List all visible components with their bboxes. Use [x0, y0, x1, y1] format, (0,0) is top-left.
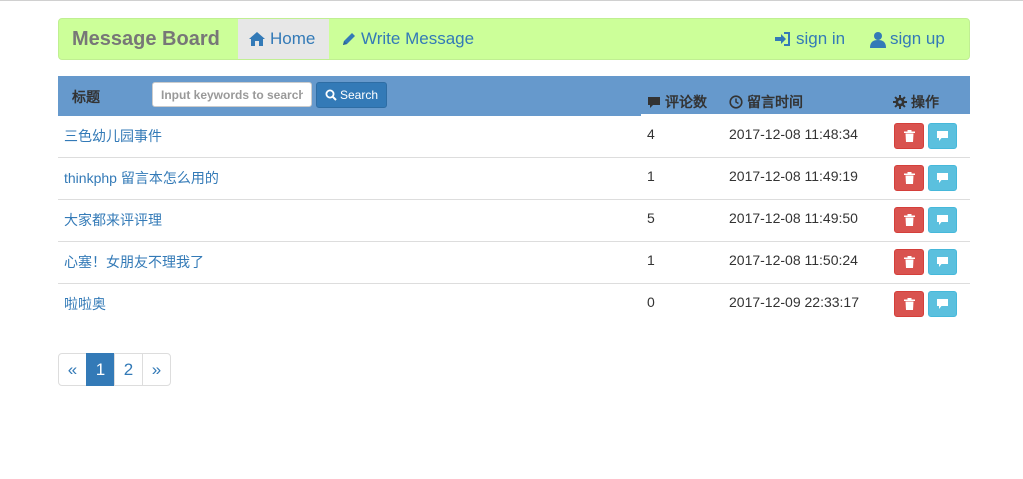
- user-icon: [870, 31, 886, 48]
- table-header: 标题 Search 评论数 留言时间 操作: [58, 76, 970, 116]
- header-actions: 操作: [893, 92, 939, 112]
- search-button[interactable]: Search: [316, 82, 387, 108]
- pencil-icon: [343, 33, 355, 45]
- search-icon: [325, 89, 337, 101]
- clock-icon: [729, 95, 743, 109]
- header-comments: 评论数: [647, 92, 707, 112]
- comment-icon: [937, 173, 948, 183]
- reply-button[interactable]: [928, 165, 957, 191]
- reply-button[interactable]: [928, 291, 957, 317]
- delete-button[interactable]: [894, 207, 924, 233]
- message-table: 标题 Search 评论数 留言时间 操作 三色幼儿园事件 4 2017-12-…: [58, 76, 970, 325]
- header-actions-label: 操作: [911, 94, 939, 110]
- delete-button[interactable]: [894, 249, 924, 275]
- comment-icon: [937, 215, 948, 225]
- header-time: 留言时间: [729, 92, 803, 112]
- comment-count: 1: [647, 252, 655, 268]
- pagination-prev[interactable]: «: [58, 353, 87, 386]
- comment-count: 1: [647, 168, 655, 184]
- message-title-link[interactable]: 啦啦奥: [64, 294, 106, 314]
- brand-title[interactable]: Message Board: [72, 28, 220, 51]
- nav-write-link[interactable]: Write Message: [341, 29, 474, 49]
- top-border: [0, 0, 1023, 1]
- home-icon: [249, 32, 265, 46]
- trash-icon: [903, 214, 915, 226]
- delete-button[interactable]: [894, 291, 924, 317]
- message-title-link[interactable]: 大家都来评评理: [64, 210, 162, 230]
- nav-write-label: Write Message: [361, 29, 475, 48]
- header-title: 标题: [72, 89, 100, 105]
- delete-button[interactable]: [894, 165, 924, 191]
- search-button-label: Search: [339, 88, 379, 102]
- pagination-page-1[interactable]: 1: [86, 353, 115, 386]
- navbar: Message Board Home Write Message sign in…: [58, 18, 970, 60]
- message-title-link[interactable]: 三色幼儿园事件: [64, 126, 162, 146]
- message-title-link[interactable]: 心塞！女朋友不理我了: [64, 252, 204, 272]
- nav-home-label: Home: [270, 29, 316, 48]
- message-title-link[interactable]: thinkphp 留言本怎么用的: [64, 168, 219, 188]
- table-row: 大家都来评评理 5 2017-12-08 11:49:50: [58, 200, 970, 242]
- message-time: 2017-12-08 11:50:24: [729, 252, 858, 268]
- nav-home-link[interactable]: Home: [248, 29, 315, 49]
- table-row: 三色幼儿园事件 4 2017-12-08 11:48:34: [58, 116, 970, 158]
- trash-icon: [903, 172, 915, 184]
- nav-signup-link[interactable]: sign up: [870, 29, 945, 49]
- message-time: 2017-12-08 11:48:34: [729, 126, 858, 142]
- comment-icon: [937, 257, 948, 267]
- message-time: 2017-12-08 11:49:19: [729, 168, 858, 184]
- search-input[interactable]: [152, 82, 312, 107]
- nav-signup-label: sign up: [890, 29, 945, 48]
- delete-button[interactable]: [894, 123, 924, 149]
- nav-signin-link[interactable]: sign in: [774, 29, 845, 49]
- pagination-page-2[interactable]: 2: [114, 353, 143, 386]
- reply-button[interactable]: [928, 123, 957, 149]
- comment-count: 0: [647, 294, 655, 310]
- table-row: 啦啦奥 0 2017-12-09 22:33:17: [58, 284, 970, 325]
- log-in-icon: [775, 32, 790, 46]
- comment-icon: [937, 299, 948, 309]
- trash-icon: [903, 298, 915, 310]
- table-row: 心塞！女朋友不理我了 1 2017-12-08 11:50:24: [58, 242, 970, 284]
- cog-icon: [893, 95, 907, 109]
- comment-icon: [937, 131, 948, 141]
- comment-icon: [648, 96, 660, 108]
- pagination-next[interactable]: »: [142, 353, 171, 386]
- trash-icon: [903, 130, 915, 142]
- header-time-label: 留言时间: [747, 94, 803, 110]
- reply-button[interactable]: [928, 249, 957, 275]
- table-body: 三色幼儿园事件 4 2017-12-08 11:48:34 thinkphp 留…: [58, 116, 970, 325]
- trash-icon: [903, 256, 915, 268]
- header-comments-label: 评论数: [665, 94, 707, 110]
- table-row: thinkphp 留言本怎么用的 1 2017-12-08 11:49:19: [58, 158, 970, 200]
- nav-signin-label: sign in: [796, 29, 846, 48]
- reply-button[interactable]: [928, 207, 957, 233]
- message-time: 2017-12-08 11:49:50: [729, 210, 858, 226]
- pagination: « 1 2 »: [58, 353, 171, 386]
- comment-count: 4: [647, 126, 655, 142]
- message-time: 2017-12-09 22:33:17: [729, 294, 859, 310]
- comment-count: 5: [647, 210, 655, 226]
